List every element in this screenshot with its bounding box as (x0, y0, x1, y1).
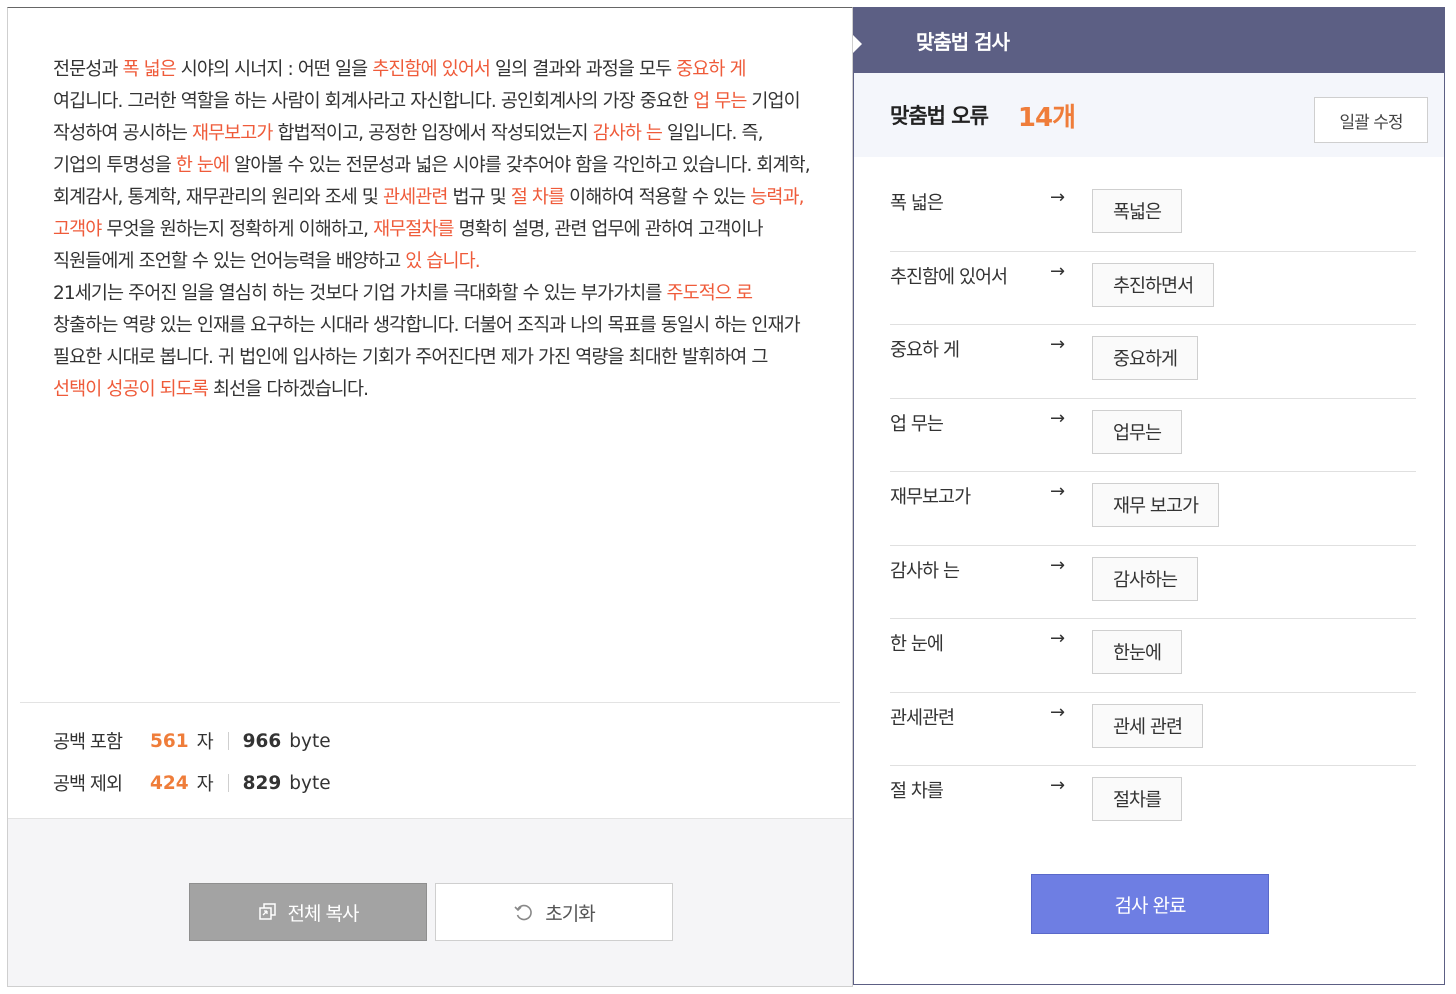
header-notch (853, 35, 862, 53)
spelling-error-highlight[interactable]: 업 무는 (693, 91, 747, 112)
editor-panel: 전문성과 폭 넓은 시야의 시너지 : 어떤 일을 추진함에 있어서 일의 결과… (7, 7, 853, 987)
spelling-error-highlight[interactable]: 선택이 성공이 되도록 (53, 379, 209, 400)
arrow-right-icon: → (1050, 481, 1066, 502)
arrow-right-icon: → (1050, 187, 1066, 208)
spelling-error-highlight[interactable]: 추진함에 있어서 (372, 59, 491, 80)
spell-check-panel: 맞춤법 검사 맞춤법 오류 14개 일괄 수정 폭 넓은 → 폭넓은추진함에 있어서… (853, 7, 1445, 985)
panel-header: 맞춤법 검사 (853, 8, 1444, 73)
suggestion-button[interactable]: 추진하면서 (1092, 262, 1215, 307)
byte-count: 829 (242, 772, 282, 794)
text-segment: 창출하는 역량 있는 인재를 요구하는 시대라 생각합니다. 더불어 조직과 나… (53, 315, 801, 368)
error-row: 업 무는 → 업무는 (890, 399, 1416, 472)
error-row: 관세관련 → 관세 관련 (890, 693, 1416, 766)
arrow-right-icon: → (1050, 628, 1066, 649)
spelling-error-highlight[interactable]: 주도적으 로 (666, 283, 752, 304)
stat-label: 공백 포함 (53, 732, 123, 753)
panel-title: 맞춤법 검사 (916, 30, 1010, 54)
separator (227, 732, 229, 750)
suggestion-button[interactable]: 중요하게 (1092, 336, 1199, 380)
original-word: 감사하 는 (890, 560, 960, 582)
spelling-error-highlight[interactable]: 관세관련 (383, 187, 448, 208)
error-row: 한 눈에 → 한눈에 (890, 619, 1416, 693)
error-row: 추진함에 있어서 → 추진하면서 (890, 252, 1416, 325)
arrow-right-icon: → (1050, 260, 1066, 282)
byte-unit: byte (289, 730, 331, 752)
suggestion-button[interactable]: 업무는 (1092, 409, 1183, 454)
action-bar: 전체 복사 초기화 (8, 818, 852, 986)
essay-text-area[interactable]: 전문성과 폭 넓은 시야의 시너지 : 어떤 일을 추진함에 있어서 일의 결과… (53, 54, 813, 406)
reset-label: 초기화 (545, 902, 595, 925)
char-count: 424 (150, 772, 189, 794)
text-segment: 21세기는 주어진 일을 열심히 하는 것보다 기업 가치를 극대화할 수 있는… (53, 283, 667, 304)
error-row: 절 차를 → 절차를 (890, 766, 1416, 840)
error-row: 감사하 는 → 감사하는 (890, 546, 1416, 619)
text-segment: 합법적이고, 공정한 입장에서 작성되었는지 (272, 123, 593, 144)
text-segment: 일의 결과와 과정을 모두 (490, 59, 677, 80)
original-word: 한 눈에 (890, 634, 944, 655)
original-word: 폭 넓은 (890, 193, 944, 214)
error-row: 중요하 게 → 중요하게 (890, 325, 1416, 399)
spelling-error-highlight[interactable]: 감사하 는 (593, 123, 663, 144)
stat-label: 공백 제외 (53, 774, 123, 795)
fix-all-button[interactable]: 일괄 수정 (1314, 97, 1428, 143)
original-word: 업 무는 (890, 413, 944, 435)
error-list: 폭 넓은 → 폭넓은추진함에 있어서 → 추진하면서중요하 게 → 중요하게업 무는 → 업무는… (890, 178, 1416, 840)
spelling-error-highlight[interactable]: 있 습니다. (405, 251, 480, 272)
error-label: 맞춤법 오류 (890, 104, 989, 128)
original-word: 절 차를 (890, 781, 944, 802)
original-word: 재무보고가 (890, 487, 971, 508)
error-row: 폭 넓은 → 폭넓은 (890, 178, 1416, 252)
error-row: 재무보고가 → 재무 보고가 (890, 472, 1416, 546)
arrow-right-icon: → (1050, 334, 1066, 355)
check-complete-button[interactable]: 검사 완료 (1031, 874, 1269, 934)
byte-count: 966 (242, 730, 282, 752)
original-word: 추진함에 있어서 (890, 266, 1008, 288)
text-segment: 이해하여 적용할 수 있는 (564, 187, 751, 208)
byte-unit: byte (289, 772, 331, 794)
arrow-right-icon: → (1050, 554, 1066, 576)
char-count-stats: 공백 포함 561 자 966 byte 공백 제외 424 자 829 byt… (53, 720, 331, 804)
suggestion-button[interactable]: 감사하는 (1092, 556, 1199, 601)
spelling-error-highlight[interactable]: 재무절차를 (373, 219, 455, 240)
spelling-error-highlight[interactable]: 폭 넓은 (122, 59, 176, 80)
copy-icon (258, 902, 278, 922)
error-summary: 맞춤법 오류 14개 일괄 수정 (854, 73, 1444, 157)
copy-all-button[interactable]: 전체 복사 (189, 883, 427, 941)
separator (227, 774, 229, 792)
arrow-right-icon: → (1050, 775, 1066, 796)
text-segment: 전문성과 (53, 59, 123, 80)
stat-without-space: 공백 제외 424 자 829 byte (53, 762, 331, 804)
suggestion-button[interactable]: 절차를 (1092, 777, 1183, 821)
char-unit: 자 (196, 732, 214, 753)
text-segment: 최선을 다하겠습니다. (208, 379, 369, 400)
original-word: 중요하 게 (890, 340, 960, 361)
suggestion-button[interactable]: 폭넓은 (1092, 189, 1183, 233)
suggestion-button[interactable]: 관세 관련 (1092, 703, 1203, 748)
refresh-icon (513, 901, 535, 923)
spelling-error-highlight[interactable]: 중요하 게 (676, 59, 746, 80)
text-segment: 무엇을 원하는지 정확하게 이해하고, (101, 219, 374, 240)
arrow-right-icon: → (1050, 407, 1066, 429)
spelling-error-highlight[interactable]: 재무보고가 (192, 123, 274, 144)
stat-with-space: 공백 포함 561 자 966 byte (53, 720, 331, 762)
copy-all-label: 전체 복사 (287, 902, 360, 925)
original-word: 관세관련 (890, 707, 955, 729)
spelling-error-highlight[interactable]: 절 차를 (511, 187, 565, 208)
text-segment: 여깁니다. 그러한 역할을 하는 사람이 회계사라고 자신합니다. 공인회계사의… (53, 91, 694, 112)
suggestion-button[interactable]: 재무 보고가 (1092, 483, 1219, 527)
reset-button[interactable]: 초기화 (435, 883, 673, 941)
spelling-error-highlight[interactable]: 한 눈에 (176, 155, 230, 176)
arrow-right-icon: → (1050, 701, 1066, 723)
error-count: 14개 (1017, 102, 1076, 133)
text-segment: 시야의 시너지 : 어떤 일을 (175, 59, 373, 80)
char-count: 561 (150, 730, 189, 752)
suggestion-button[interactable]: 한눈에 (1092, 630, 1183, 674)
text-segment: 법규 및 (447, 187, 511, 208)
divider (20, 702, 840, 703)
char-unit: 자 (196, 774, 214, 795)
